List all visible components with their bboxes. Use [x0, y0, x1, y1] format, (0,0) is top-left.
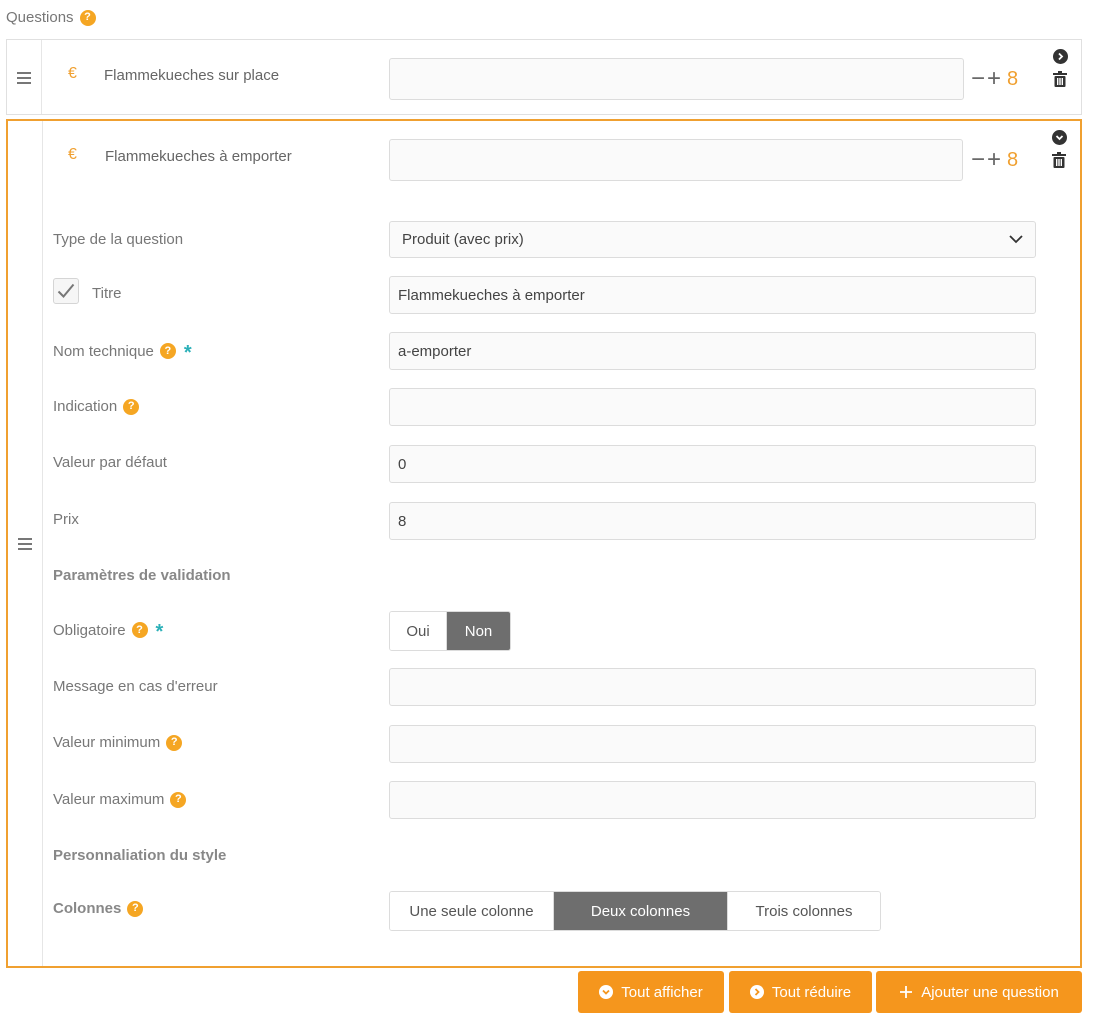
chevron-down-icon [1009, 235, 1023, 244]
plus-icon [900, 986, 913, 998]
trash-icon[interactable] [1053, 71, 1067, 87]
quantity-value: 8 [1007, 148, 1019, 171]
min-value-input[interactable] [389, 725, 1036, 763]
required-mark: * [155, 621, 164, 643]
chevron-right-circle-icon [749, 985, 764, 999]
min-value-label: Valeur minimum ? [53, 734, 183, 751]
indication-input[interactable] [389, 388, 1036, 426]
drag-handle[interactable] [7, 40, 42, 114]
euro-icon: € [68, 65, 77, 82]
checkmark-icon [57, 283, 75, 298]
type-select[interactable]: Produit (avec prix) [389, 221, 1036, 258]
minus-button[interactable]: − [971, 67, 985, 91]
indication-label: Indication ? [53, 398, 140, 415]
style-heading: Personnaliation du style [53, 847, 227, 864]
help-icon[interactable]: ? [170, 791, 187, 808]
max-value-label: Valeur maximum ? [53, 791, 187, 808]
section-title: Questions ? [6, 9, 96, 26]
columns-option-one[interactable]: Une seule colonne [390, 892, 554, 930]
help-icon[interactable]: ? [131, 622, 148, 638]
show-all-label: Tout afficher [621, 983, 703, 1001]
title-input[interactable]: Flammekueches à emporter [389, 276, 1036, 314]
columns-label: Colonnes ? [53, 900, 144, 917]
validation-heading: Paramètres de validation [53, 567, 231, 584]
question-card-collapsed: € Flammekueches sur place − + 8 [6, 39, 1082, 115]
minus-button[interactable]: − [971, 148, 985, 172]
price-input[interactable]: 8 [389, 502, 1036, 540]
quantity-input[interactable] [389, 139, 963, 181]
error-message-input[interactable] [389, 668, 1036, 706]
price-label: Prix [53, 511, 79, 528]
question-card-expanded: € Flammekueches à emporter − + 8 Type de… [6, 119, 1082, 968]
columns-option-three[interactable]: Trois colonnes [728, 892, 880, 930]
help-icon[interactable]: ? [127, 900, 144, 917]
required-option-non[interactable]: Non [447, 612, 510, 650]
trash-icon[interactable] [1052, 152, 1066, 168]
show-all-button[interactable]: Tout afficher [578, 971, 724, 1013]
help-icon[interactable]: ? [79, 9, 96, 26]
type-label: Type de la question [53, 231, 184, 248]
question-name: Flammekueches à emporter [105, 148, 292, 165]
section-title-text: Questions [6, 9, 74, 26]
quantity-value: 8 [1007, 67, 1019, 90]
add-question-label: Ajouter une question [921, 983, 1059, 1001]
technical-name-input[interactable]: a-emporter [389, 332, 1036, 370]
error-message-label: Message en cas d'erreur [53, 678, 218, 695]
help-icon[interactable]: ? [166, 734, 183, 751]
collapse-all-label: Tout réduire [771, 983, 852, 1001]
help-icon[interactable]: ? [159, 343, 176, 359]
title-label: Titre [92, 285, 122, 302]
required-toggle: Oui Non [389, 611, 511, 651]
hamburger-icon [18, 538, 32, 550]
expand-icon[interactable] [1053, 49, 1068, 64]
hamburger-icon [17, 71, 31, 84]
quantity-stepper: − + 8 [971, 148, 1018, 172]
technical-name-label: Nom technique ? * [53, 342, 192, 364]
euro-icon: € [68, 146, 77, 163]
collapse-all-button[interactable]: Tout réduire [729, 971, 872, 1013]
max-value-input[interactable] [389, 781, 1036, 819]
chevron-down-circle-icon [599, 985, 614, 999]
required-mark: * [183, 342, 192, 364]
default-value-label: Valeur par défaut [53, 454, 167, 471]
drag-handle[interactable] [8, 121, 43, 966]
collapse-icon[interactable] [1052, 130, 1067, 145]
columns-toggle: Une seule colonne Deux colonnes Trois co… [389, 891, 881, 931]
default-value-input[interactable]: 0 [389, 445, 1036, 483]
add-question-button[interactable]: Ajouter une question [876, 971, 1082, 1013]
required-label: Obligatoire ? * [53, 621, 164, 643]
title-checkbox[interactable] [53, 278, 79, 304]
type-select-value: Produit (avec prix) [402, 231, 524, 248]
required-option-oui[interactable]: Oui [390, 612, 447, 650]
quantity-input[interactable] [389, 58, 964, 100]
question-name: Flammekueches sur place [104, 67, 280, 84]
plus-button[interactable]: + [987, 148, 1001, 172]
columns-option-two[interactable]: Deux colonnes [554, 892, 728, 930]
help-icon[interactable]: ? [123, 398, 140, 415]
plus-button[interactable]: + [987, 67, 1001, 91]
quantity-stepper: − + 8 [971, 67, 1018, 91]
